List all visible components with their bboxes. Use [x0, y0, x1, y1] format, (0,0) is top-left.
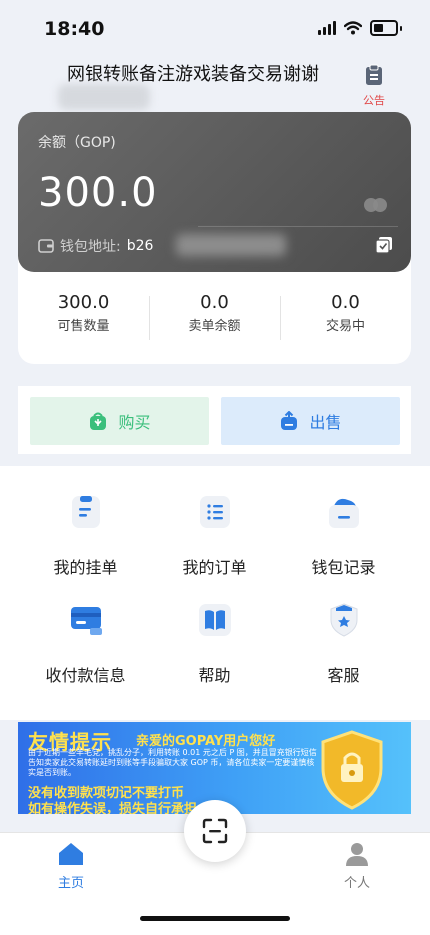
- menu-item-my-orders[interactable]: 我的订单: [143, 494, 286, 578]
- nav-home[interactable]: 主页: [44, 842, 98, 891]
- nav-profile[interactable]: 个人: [330, 842, 384, 891]
- wallet-address-row: 钱包地址: b26: [38, 236, 153, 256]
- clipboard-icon: [366, 64, 382, 85]
- divider: [198, 226, 398, 227]
- menu-label: 客服: [327, 666, 360, 685]
- stat-value: 300.0: [57, 292, 110, 313]
- home-icon: [59, 843, 83, 865]
- wallet-record-icon: [328, 498, 359, 528]
- book-icon: [198, 604, 231, 636]
- wallet-address-value: b26: [126, 238, 154, 254]
- blurred-account-name: [58, 84, 150, 110]
- wallet-address-label: 钱包地址:: [60, 239, 121, 255]
- menu-item-customer-service[interactable]: 客服: [272, 602, 415, 686]
- stat-value: 0.0: [200, 292, 229, 313]
- menu-item-help[interactable]: 帮助: [143, 602, 286, 686]
- balance-amount: 300.0: [38, 170, 158, 216]
- card-logo-icon: [364, 198, 387, 212]
- balance-card: 余额（GOP) 300.0 钱包地址: b26: [18, 112, 411, 272]
- menu-label: 帮助: [198, 666, 231, 685]
- card-icon: [70, 607, 102, 635]
- stat-label: 交易中: [325, 319, 365, 334]
- security-shield-icon: [321, 730, 383, 810]
- sell-upload-icon: [281, 411, 298, 430]
- copy-icon[interactable]: [375, 236, 393, 254]
- stat-label: 可售数量: [57, 319, 110, 334]
- page-title: 网银转账备注游戏装备交易谢谢: [67, 64, 319, 85]
- order-list-icon: [199, 496, 230, 528]
- sell-button[interactable]: 出售: [221, 397, 400, 445]
- banner-body: 由于近期一些羊毛党，挑乱分子，利用转账 0.01 元之后 P 图，并且冒充银行短…: [28, 748, 317, 777]
- stat-available: 300.0 可售数量: [18, 292, 149, 348]
- buy-button[interactable]: 购买: [30, 397, 209, 445]
- stat-label: 卖单余额: [188, 319, 241, 334]
- menu-item-my-listings[interactable]: 我的挂单: [14, 494, 157, 578]
- menu-item-payment-info[interactable]: 收付款信息: [14, 602, 157, 686]
- battery-icon: [370, 20, 398, 36]
- cellular-signal-icon: [318, 21, 336, 35]
- wifi-icon: [344, 21, 362, 35]
- banner-subtitle: 亲爱的GOPAY用户您好: [136, 734, 276, 749]
- user-icon: [346, 843, 368, 866]
- sell-label: 出售: [309, 413, 342, 432]
- stat-sell-balance: 0.0 卖单余额: [149, 292, 280, 348]
- scan-button[interactable]: [184, 800, 246, 862]
- status-time: 18:40: [44, 18, 105, 40]
- buy-bag-icon: [90, 412, 107, 430]
- customer-service-icon: [330, 603, 357, 637]
- menu-label: 收付款信息: [45, 666, 126, 685]
- stats-row: 300.0 可售数量 0.0 卖单余额 0.0 交易中: [18, 292, 411, 348]
- buy-label: 购买: [118, 413, 151, 432]
- stat-in-trade: 0.0 交易中: [280, 292, 411, 348]
- notice-button[interactable]: 公告: [352, 64, 396, 108]
- notice-label: 公告: [363, 94, 385, 107]
- menu-label: 我的订单: [182, 558, 247, 577]
- list-doc-icon: [71, 496, 100, 528]
- balance-label: 余额（GOP): [38, 135, 116, 151]
- menu-label: 钱包记录: [311, 558, 376, 577]
- stat-value: 0.0: [331, 292, 360, 313]
- menu-item-wallet-records[interactable]: 钱包记录: [272, 494, 415, 578]
- status-icons: [318, 20, 402, 36]
- nav-home-label: 主页: [57, 876, 84, 891]
- banner-line-2: 如有操作失误，损失自行承担: [28, 802, 198, 814]
- scan-icon: [202, 818, 228, 844]
- blurred-wallet-address: [176, 234, 286, 256]
- home-indicator: [140, 916, 290, 921]
- menu-label: 我的挂单: [53, 558, 118, 577]
- wallet-icon: [38, 239, 54, 253]
- nav-profile-label: 个人: [343, 876, 370, 891]
